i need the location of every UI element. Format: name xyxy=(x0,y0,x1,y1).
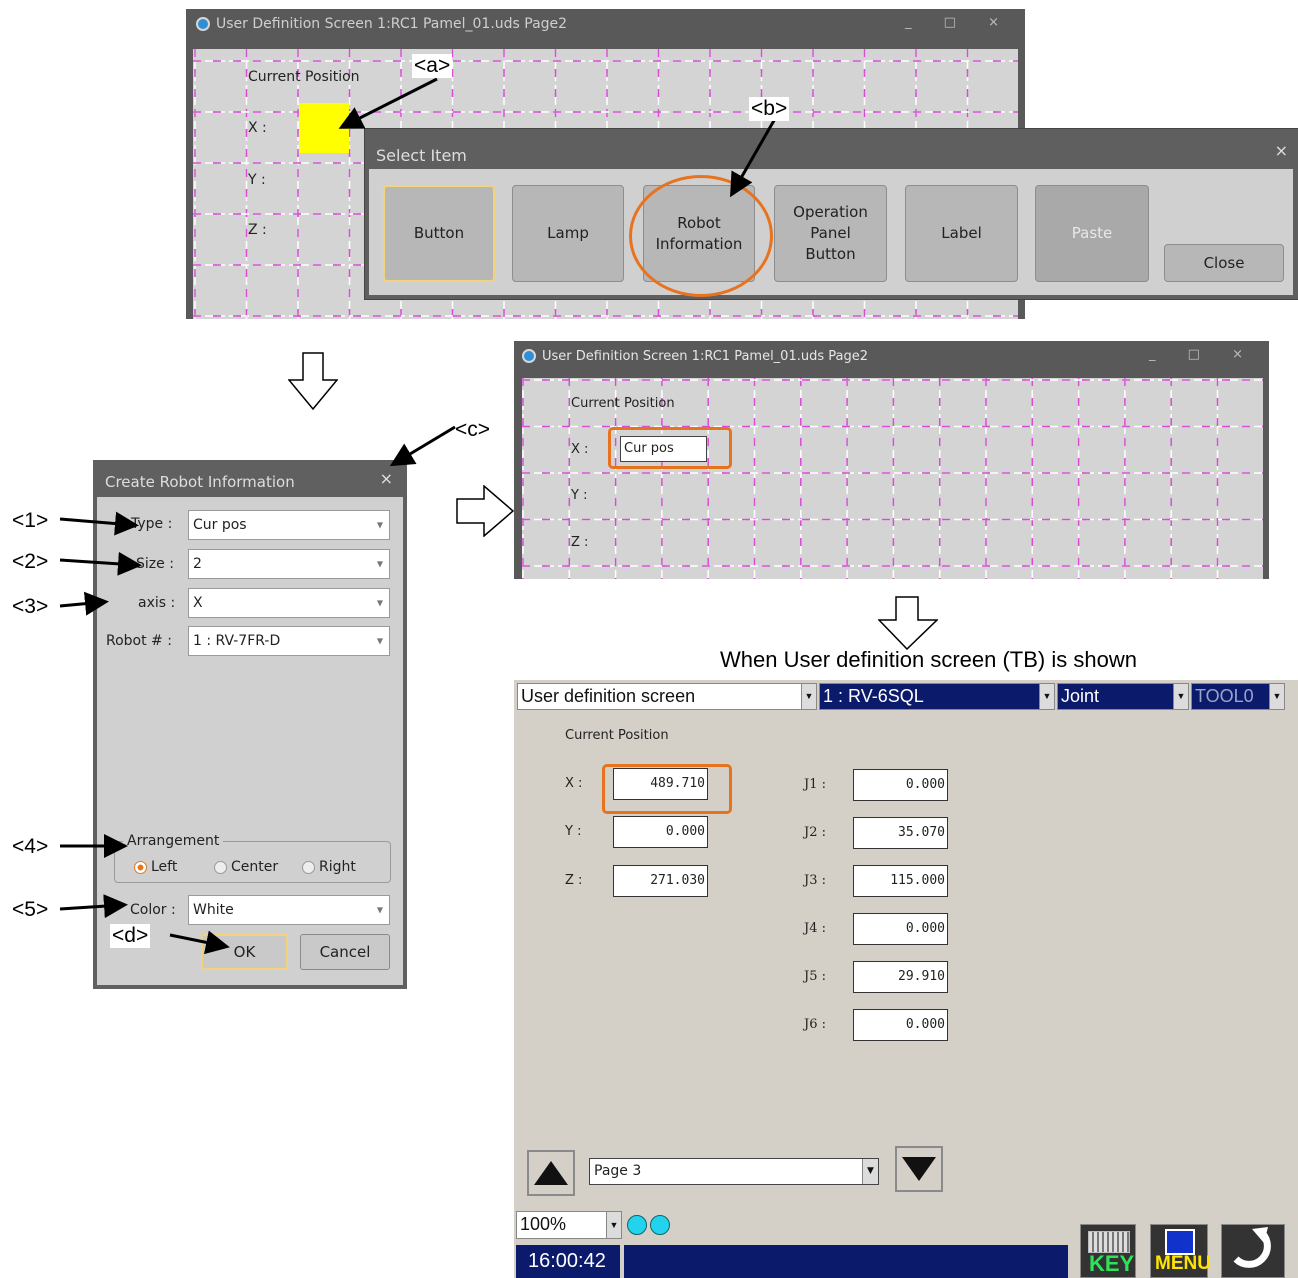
callout-c: <c> xyxy=(455,418,491,441)
callout-arrows xyxy=(59,77,778,955)
callout-3: <3> xyxy=(12,595,49,618)
callout-4: <4> xyxy=(12,835,49,858)
callout-d-arrow xyxy=(169,930,230,955)
callout-c-arrow xyxy=(389,425,456,467)
callout-a-arrow xyxy=(338,77,438,129)
callout-3-arrow xyxy=(59,591,109,616)
callout-b: <b> xyxy=(749,97,790,121)
callout-5-arrow xyxy=(59,894,128,919)
callout-1: <1> xyxy=(12,509,49,532)
callout-2: <2> xyxy=(12,550,49,573)
callout-2-arrow xyxy=(59,551,142,576)
callout-a: <a> xyxy=(412,54,453,78)
callout-b-arrow xyxy=(730,116,778,198)
callout-d: <d> xyxy=(110,924,151,948)
callout-5: <5> xyxy=(12,898,49,921)
callout-1-arrow xyxy=(59,511,139,536)
